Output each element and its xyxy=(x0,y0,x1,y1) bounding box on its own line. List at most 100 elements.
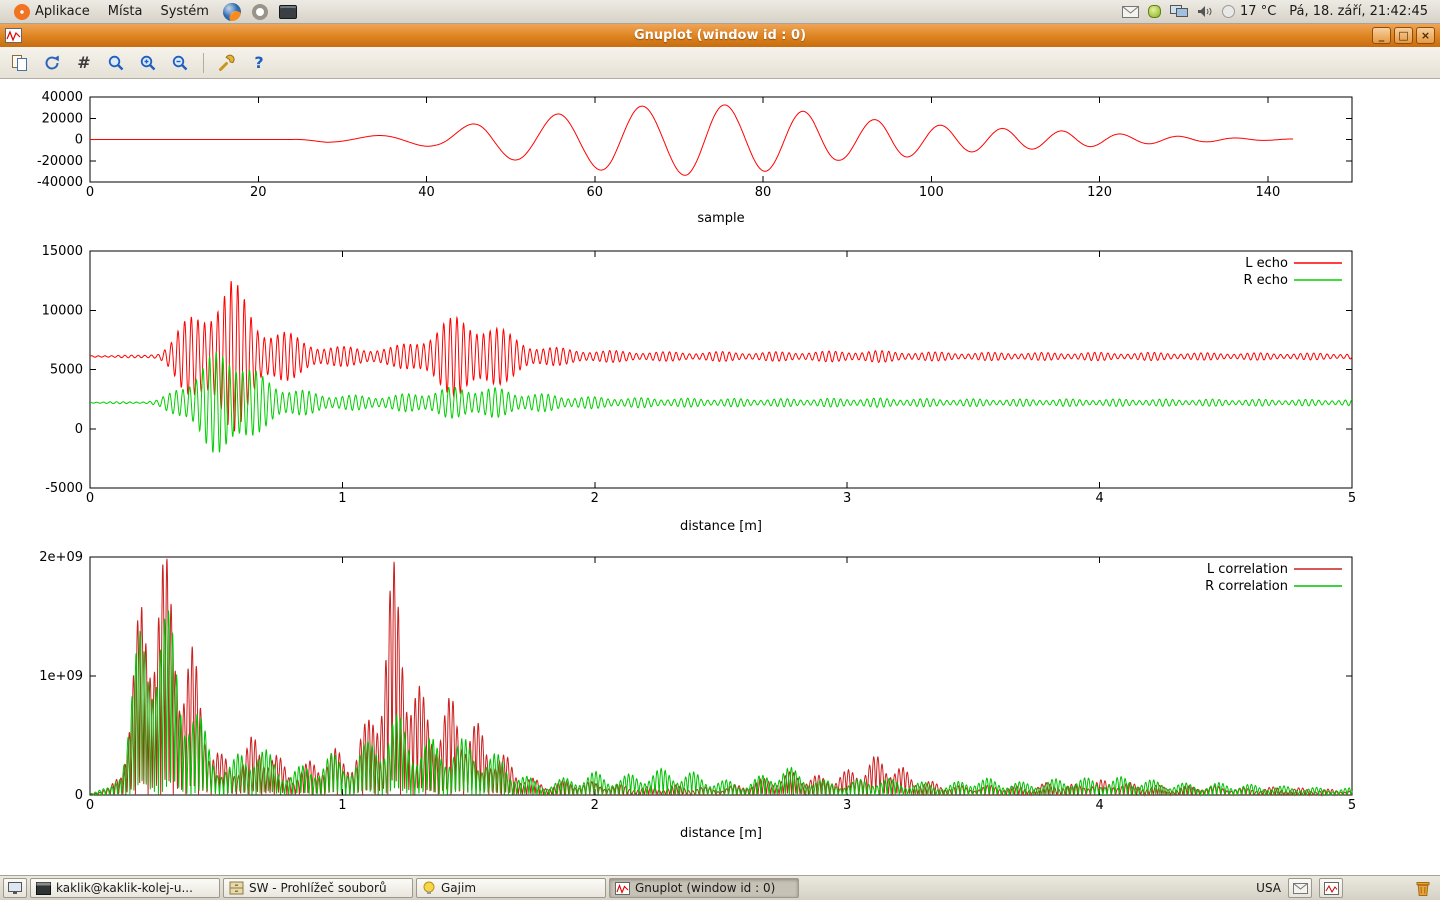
mail-notifier-button[interactable] xyxy=(1288,878,1312,898)
svg-text:1: 1 xyxy=(338,491,346,506)
svg-text:80: 80 xyxy=(755,185,772,200)
taskbar-window-label: Gnuplot (window id : 0) xyxy=(635,881,775,895)
svg-text:3: 3 xyxy=(843,798,851,813)
weather-icon xyxy=(1222,5,1235,18)
settings-button[interactable] xyxy=(214,50,240,76)
gnuplot-window-icon[interactable] xyxy=(5,28,23,44)
ubuntu-logo-icon xyxy=(14,4,30,20)
taskbar-window-label: Gajim xyxy=(441,881,476,895)
close-button[interactable]: × xyxy=(1416,27,1435,44)
wrench-icon xyxy=(218,54,236,72)
minimize-button[interactable]: _ xyxy=(1372,27,1391,44)
mini-window-icon xyxy=(1324,882,1339,895)
keyboard-layout-indicator[interactable]: USA xyxy=(1256,881,1281,895)
menu-places[interactable]: Místa xyxy=(100,2,151,21)
gajim-icon xyxy=(422,881,436,895)
screenshot-launcher[interactable] xyxy=(277,1,299,23)
window-switcher-button[interactable] xyxy=(1319,878,1343,898)
zoom-out-icon xyxy=(171,54,189,72)
bottom-taskbar: kaklik@kaklik-kolej-u... SW - Prohlížeč … xyxy=(0,875,1440,900)
svg-text:5000: 5000 xyxy=(50,363,83,378)
top-panel: Aplikace Místa Systém 17 °C P xyxy=(0,0,1440,24)
svg-text:40: 40 xyxy=(418,185,435,200)
zoom-in-button[interactable] xyxy=(135,50,161,76)
maximize-button[interactable]: □ xyxy=(1394,27,1413,44)
svg-text:0: 0 xyxy=(75,133,83,148)
svg-text:0: 0 xyxy=(86,491,94,506)
taskbar-window-terminal[interactable]: kaklik@kaklik-kolej-u... xyxy=(30,878,220,898)
zoom-out-button[interactable] xyxy=(167,50,193,76)
show-desktop-button[interactable] xyxy=(3,878,27,898)
svg-text:0: 0 xyxy=(75,422,83,437)
replot-button[interactable] xyxy=(39,50,65,76)
svg-text:R correlation: R correlation xyxy=(1205,579,1288,594)
grid-toggle-button[interactable]: # xyxy=(71,50,97,76)
svg-text:distance [m]: distance [m] xyxy=(680,519,762,534)
desktop-root: Aplikace Místa Systém 17 °C P xyxy=(0,0,1440,900)
svg-text:10000: 10000 xyxy=(42,303,83,318)
terminal-icon xyxy=(36,882,51,895)
copy-icon xyxy=(11,54,29,72)
svg-text:140: 140 xyxy=(1255,185,1280,200)
plot-area: 020406080100120140-40000-200000200004000… xyxy=(0,79,1440,875)
svg-text:-5000: -5000 xyxy=(45,481,83,496)
svg-text:-40000: -40000 xyxy=(37,175,83,190)
firefox-launcher[interactable] xyxy=(221,1,243,23)
svg-text:L correlation: L correlation xyxy=(1207,562,1288,577)
copy-to-clipboard-button[interactable] xyxy=(7,50,33,76)
taskbar-window-filemanager[interactable]: SW - Prohlížeč souborů xyxy=(223,878,413,898)
svg-text:L echo: L echo xyxy=(1245,256,1288,271)
menu-system-label: Systém xyxy=(160,4,208,19)
taskbar-window-gajim[interactable]: Gajim xyxy=(416,878,606,898)
help-button[interactable]: ? xyxy=(246,50,272,76)
svg-text:0: 0 xyxy=(86,185,94,200)
window-titlebar[interactable]: Gnuplot (window id : 0) _ □ × xyxy=(0,24,1440,47)
trash-icon[interactable] xyxy=(1414,879,1432,897)
window-controls: _ □ × xyxy=(1372,27,1435,44)
svg-text:60: 60 xyxy=(587,185,604,200)
system-tray: 17 °C Pá, 18. září, 21:42:45 xyxy=(1122,4,1434,19)
help-icon: ? xyxy=(254,53,263,72)
svg-text:1: 1 xyxy=(338,798,346,813)
svg-text:distance [m]: distance [m] xyxy=(680,826,762,841)
screenshot-icon xyxy=(279,5,297,19)
svg-text:40000: 40000 xyxy=(42,90,83,105)
svg-text:4: 4 xyxy=(1095,491,1103,506)
chart-sample-waveform[interactable]: 020406080100120140-40000-200000200004000… xyxy=(0,79,1440,239)
volume-icon[interactable] xyxy=(1197,5,1213,18)
file-manager-icon xyxy=(229,881,244,895)
chart-echo[interactable]: 012345-5000050001000015000distance [m]L … xyxy=(0,239,1440,539)
menu-system[interactable]: Systém xyxy=(152,2,216,21)
firefox-icon xyxy=(223,3,241,21)
svg-text:20: 20 xyxy=(250,185,267,200)
chart-correlation[interactable]: 01234501e+092e+09distance [m]L correlati… xyxy=(0,539,1440,869)
network-monitor-icon[interactable] xyxy=(1170,5,1188,18)
svg-text:0: 0 xyxy=(75,788,83,803)
taskbar-window-label: SW - Prohlížeč souborů xyxy=(249,881,387,895)
help-launcher[interactable] xyxy=(249,1,271,23)
zoom-region-button[interactable] xyxy=(103,50,129,76)
menu-places-label: Místa xyxy=(108,4,143,19)
svg-text:2e+09: 2e+09 xyxy=(39,550,83,565)
gajim-status-icon[interactable] xyxy=(1148,5,1161,18)
taskbar-window-label: kaklik@kaklik-kolej-u... xyxy=(56,881,193,895)
menu-applications-label: Aplikace xyxy=(35,4,90,19)
mail-tray-icon[interactable] xyxy=(1122,6,1139,18)
weather-applet[interactable]: 17 °C xyxy=(1222,4,1276,19)
grid-icon: # xyxy=(77,53,90,72)
menu-applications[interactable]: Aplikace xyxy=(6,2,98,22)
svg-text:-20000: -20000 xyxy=(37,154,83,169)
taskbar-window-gnuplot[interactable]: Gnuplot (window id : 0) xyxy=(609,878,799,898)
svg-text:5: 5 xyxy=(1348,491,1356,506)
clock-applet[interactable]: Pá, 18. září, 21:42:45 xyxy=(1285,4,1432,19)
svg-text:2: 2 xyxy=(591,798,599,813)
svg-text:3: 3 xyxy=(843,491,851,506)
svg-text:sample: sample xyxy=(697,211,744,226)
svg-text:2: 2 xyxy=(591,491,599,506)
desktop-icon xyxy=(7,881,23,895)
temperature-label: 17 °C xyxy=(1240,4,1276,19)
gnuplot-window: Gnuplot (window id : 0) _ □ × # xyxy=(0,24,1440,875)
svg-text:5: 5 xyxy=(1348,798,1356,813)
svg-text:100: 100 xyxy=(919,185,944,200)
gnuplot-toolbar: # ? xyxy=(0,47,1440,79)
